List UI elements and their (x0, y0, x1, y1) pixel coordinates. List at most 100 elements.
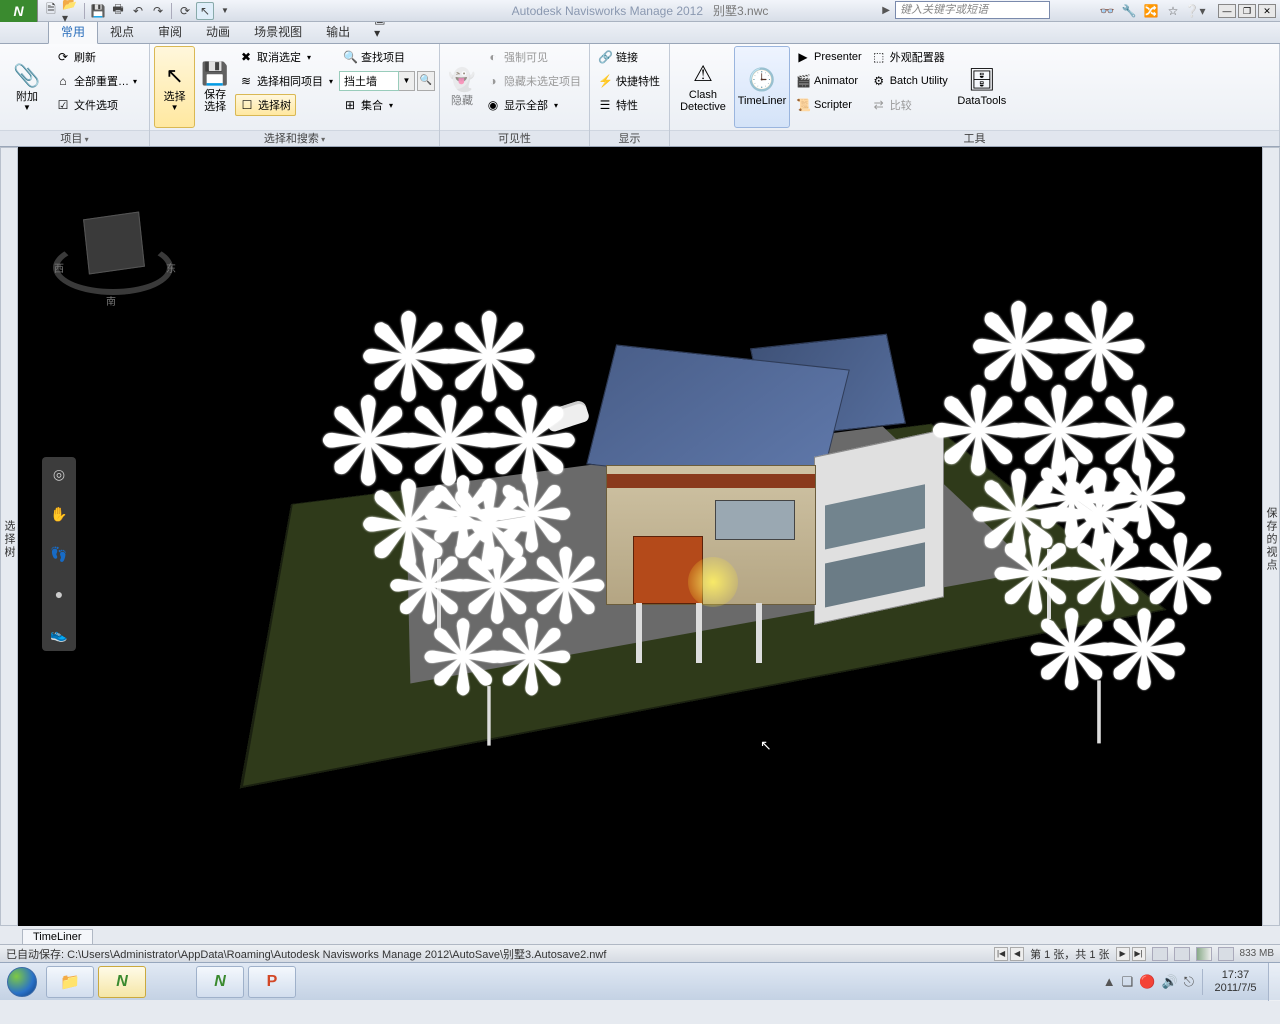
selection-tree-tab[interactable]: 选择树 (0, 147, 18, 926)
status-icon-1[interactable] (1152, 947, 1168, 961)
tray-app-icon[interactable]: ❏ (1122, 974, 1134, 990)
status-icon-2[interactable] (1174, 947, 1190, 961)
panel-select-search: ↖ 选择 ▼ 💾 保存 选择 ✖取消选定▾ ≋选择相同项目▾ ☐选择树 🔍查找项… (150, 44, 440, 146)
walk-icon[interactable]: 👣 (48, 543, 70, 565)
timeliner-button[interactable]: 🕒 TimeLiner (734, 46, 790, 128)
properties-button[interactable]: ☰特性 (594, 94, 664, 116)
appearance-profiler-button[interactable]: ⬚外观配置器 (868, 46, 952, 68)
open-icon[interactable]: 📂▾ (62, 2, 80, 20)
links-button[interactable]: 🔗链接 (594, 46, 664, 68)
orbit-icon[interactable]: ● (48, 583, 70, 605)
qat-dropdown[interactable]: ▼ (216, 2, 234, 20)
app-logo[interactable]: N (0, 0, 38, 22)
status-icon-3[interactable] (1196, 947, 1212, 961)
viewcube-south[interactable]: 南 (106, 293, 116, 308)
animator-button[interactable]: 🎬Animator (792, 70, 866, 92)
label: TimeLiner (738, 95, 787, 107)
batch-utility-button[interactable]: ⚙Batch Utility (868, 70, 952, 92)
save-selection-button[interactable]: 💾 保存 选择 (197, 46, 233, 128)
undo-icon[interactable]: ↶ (129, 2, 147, 20)
maximize-button[interactable]: ❐ (1238, 4, 1256, 18)
select-button[interactable]: ↖ 选择 ▼ (154, 46, 195, 128)
search-input[interactable]: 键入关键字或短语 (895, 1, 1050, 19)
find-items-button[interactable]: 🔍查找项目 (339, 46, 435, 68)
next-page-button[interactable]: ▶ (1116, 947, 1130, 961)
deselect-button[interactable]: ✖取消选定▾ (235, 46, 337, 68)
datatools-button[interactable]: 🗄 DataTools (954, 46, 1010, 128)
reset-all-button[interactable]: ⌂全部重置…▾ (52, 70, 141, 92)
show-all-button[interactable]: ◉显示全部▾ (482, 94, 585, 116)
tray-volume-icon[interactable]: 🔊 (1162, 974, 1178, 990)
post (636, 603, 642, 663)
select-icon[interactable]: ↖ (196, 2, 214, 20)
post (756, 603, 762, 663)
help-icon[interactable]: ❔▾ (1186, 2, 1204, 20)
task-explorer[interactable]: 📁 (46, 966, 94, 998)
window-controls: — ❐ ✕ (1216, 4, 1276, 18)
close-button[interactable]: ✕ (1258, 4, 1276, 18)
tray-network-icon[interactable]: ⎋ (1184, 974, 1194, 990)
pan-icon[interactable]: ✋ (48, 503, 70, 525)
presenter-button[interactable]: ▶Presenter (792, 46, 866, 68)
tray-overflow-icon[interactable]: ▲ (1103, 974, 1116, 989)
share-icon[interactable]: 🔀 (1142, 2, 1160, 20)
tab-sceneview[interactable]: 场景视图 (242, 20, 314, 43)
task-powerpoint[interactable]: P (248, 966, 296, 998)
key-icon[interactable]: 🔧 (1120, 2, 1138, 20)
label: 强制可见 (504, 49, 548, 65)
scripter-button[interactable]: 📜Scripter (792, 94, 866, 116)
print-icon[interactable]: 🖶 (109, 2, 127, 20)
viewcube-west[interactable]: 西 (54, 260, 64, 275)
viewcube-cube[interactable] (83, 211, 145, 274)
status-icon-4[interactable] (1218, 947, 1234, 961)
start-button[interactable] (0, 963, 44, 1001)
task-navisworks[interactable]: N (196, 966, 244, 998)
timeliner-tab[interactable]: TimeLiner (22, 929, 93, 944)
last-page-button[interactable]: ▶| (1132, 947, 1146, 961)
tab-output[interactable]: 输出 (314, 20, 362, 43)
viewport-3d[interactable]: 南 东 西 ◎ ✋ 👣 ● 👟 (18, 147, 1262, 926)
refresh-button[interactable]: ⟳刷新 (52, 46, 141, 68)
first-page-button[interactable]: |◀ (994, 947, 1008, 961)
refresh-icon[interactable]: ⟳ (176, 2, 194, 20)
saved-viewpoints-tab[interactable]: 保存的视点 (1262, 147, 1280, 926)
file-options-button[interactable]: ☑文件选项 (52, 94, 141, 116)
task-navisworks-active[interactable]: N (98, 966, 146, 998)
quick-properties-button[interactable]: ⚡快捷特性 (594, 70, 664, 92)
look-icon[interactable]: 👟 (48, 623, 70, 645)
clash-detective-button[interactable]: ⚠ Clash Detective (674, 46, 732, 128)
window (825, 542, 925, 607)
select-same-button[interactable]: ≋选择相同项目▾ (235, 70, 337, 92)
steering-wheel-icon[interactable]: ◎ (48, 463, 70, 485)
binoculars-icon[interactable]: 👓 (1098, 2, 1116, 20)
tab-viewpoint[interactable]: 视点 (98, 20, 146, 43)
star-icon[interactable]: ☆ (1164, 2, 1182, 20)
tab-animation[interactable]: 动画 (194, 20, 242, 43)
hide-button[interactable]: 👻 隐藏 (444, 46, 480, 128)
hide-icon: 👻 (448, 67, 475, 93)
label: 快捷特性 (616, 73, 660, 89)
sets-button[interactable]: ⊞集合▾ (339, 94, 435, 116)
require-visible-button: ◐强制可见 (482, 46, 585, 68)
dropdown-icon[interactable]: ▼ (399, 71, 415, 91)
quick-find-combo[interactable]: ▼ 🔍 (339, 70, 435, 92)
new-icon[interactable]: 🗎 (42, 2, 60, 20)
panel-title[interactable]: 项目 (0, 130, 149, 146)
minimize-button[interactable]: — (1218, 4, 1236, 18)
play-icon[interactable]: ▶ (882, 5, 890, 16)
selection-tree-button[interactable]: ☐选择树 (235, 94, 296, 116)
panel-title[interactable]: 选择和搜索 (150, 130, 439, 146)
prev-page-button[interactable]: ◀ (1010, 947, 1024, 961)
redo-icon[interactable]: ↷ (149, 2, 167, 20)
save-icon[interactable]: 💾 (89, 2, 107, 20)
quick-find-input[interactable] (339, 71, 399, 91)
show-desktop-button[interactable] (1268, 963, 1280, 1001)
search-icon[interactable]: 🔍 (417, 71, 435, 91)
clock[interactable]: 17:37 2011/7/5 (1202, 969, 1268, 995)
tab-review[interactable]: 审阅 (146, 20, 194, 43)
tray-flag-icon[interactable]: 🔴 (1139, 974, 1155, 990)
append-button[interactable]: 📎 附加 ▼ (4, 46, 50, 128)
icon: ◑ (486, 74, 500, 88)
viewcube[interactable]: 南 东 西 (48, 185, 178, 315)
viewcube-east[interactable]: 东 (166, 260, 176, 275)
